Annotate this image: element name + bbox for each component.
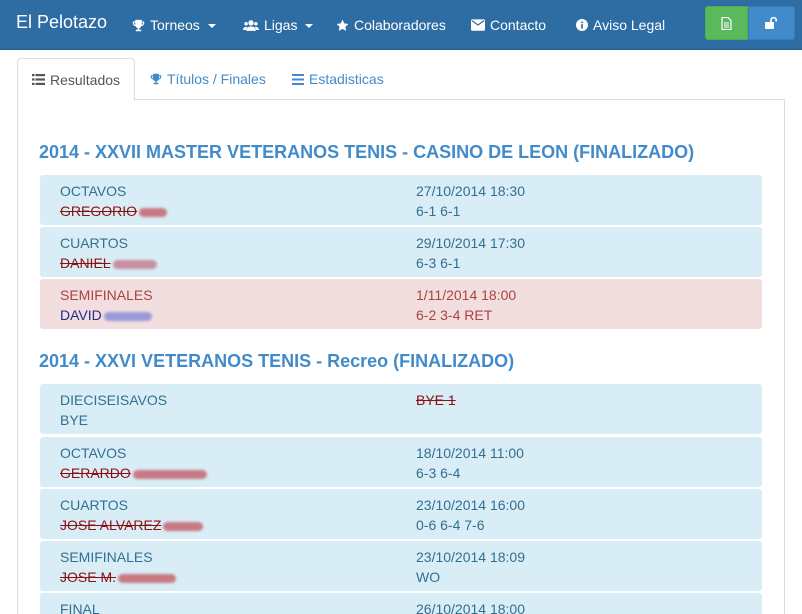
opponent: DANIEL [60, 255, 157, 271]
match-date: 1/11/2014 18:00 [416, 287, 517, 303]
match-row[interactable]: OCTAVOS GERARDO 18/10/2014 11:00 6-3 6-4 [40, 437, 762, 487]
round-label: DIECISEISAVOS [60, 392, 168, 408]
match-date: 18/10/2014 11:00 [416, 445, 524, 461]
redacted-surname [163, 521, 204, 531]
opponent-name: DANIEL [60, 255, 111, 271]
document-icon [721, 16, 732, 30]
match-date: BYE 1 [416, 392, 456, 408]
opponent-name: GREGORIO [60, 203, 138, 219]
star-icon [336, 19, 349, 31]
unlock-icon [764, 17, 777, 29]
nav-item-ligas[interactable]: Ligas [243, 17, 314, 33]
round-label: CUARTOS [60, 235, 128, 251]
caret-down-icon [305, 24, 314, 28]
match-score: 6-3 6-4 [416, 465, 461, 481]
navbar: El Pelotazo Torneos Ligas Colaboradores … [0, 0, 802, 50]
match-row[interactable]: CUARTOS JOSE ALVAREZ 23/10/2014 16:00 0-… [40, 489, 762, 539]
opponent-name: DAVID [60, 307, 102, 323]
opponent-name: GERARDO [60, 465, 131, 481]
tab-estadisticas[interactable]: Estadisticas [278, 58, 398, 100]
document-button[interactable] [705, 6, 748, 40]
match-score: 0-6 6-4 7-6 [416, 517, 485, 533]
redacted-surname [112, 259, 157, 269]
trophy-icon [150, 73, 162, 85]
match-row[interactable]: SEMIFINALES DAVID 1/11/2014 18:00 6-2 3-… [40, 279, 762, 329]
opponent: GREGORIO [60, 203, 168, 219]
redacted-surname [118, 573, 177, 583]
match-row[interactable]: FINAL 26/10/2014 18:00 [40, 593, 762, 614]
nav-item-colaboradores[interactable]: Colaboradores [336, 17, 446, 33]
tournament-title[interactable]: 2014 - XXVI VETERANOS TENIS - Recreo (FI… [39, 351, 514, 372]
opponent: DAVID [60, 307, 152, 323]
brand-link[interactable]: El Pelotazo [16, 12, 107, 33]
round-label: SEMIFINALES [60, 287, 153, 303]
users-icon [243, 19, 259, 31]
nav-item-contacto[interactable]: Contacto [471, 17, 546, 33]
opponent: GERARDO [60, 465, 207, 481]
round-label: SEMIFINALES [60, 549, 153, 565]
match-score: WO [416, 569, 441, 585]
round-label: CUARTOS [60, 497, 128, 513]
opponent: JOSE ALVAREZ [60, 517, 204, 533]
info-circle-icon [576, 19, 588, 31]
nav-label: Torneos [150, 17, 200, 33]
unlock-button[interactable] [748, 6, 795, 40]
tab-titulos-finales[interactable]: Títulos / Finales [136, 58, 280, 100]
opponent-name: BYE [60, 412, 89, 428]
bars-icon [292, 73, 304, 85]
match-date: 29/10/2014 17:30 [416, 235, 525, 251]
nav-label: Ligas [264, 17, 298, 33]
nav-label: Colaboradores [354, 17, 446, 33]
round-label: OCTAVOS [60, 445, 127, 461]
tab-label: Estadisticas [309, 71, 384, 87]
redacted-surname [132, 469, 207, 479]
tab-label: Resultados [50, 71, 121, 88]
match-row[interactable]: SEMIFINALES JOSE M. 23/10/2014 18:09 WO [40, 541, 762, 591]
list-icon [32, 74, 45, 85]
opponent-name: JOSE ALVAREZ [60, 517, 162, 533]
match-date: 26/10/2014 18:00 [416, 601, 525, 614]
results-tabs: Resultados Títulos / Finales Estadistica… [17, 58, 785, 101]
match-date: 23/10/2014 18:09 [416, 549, 525, 565]
match-score: 6-3 6-1 [416, 255, 461, 271]
match-row[interactable]: OCTAVOS GREGORIO 27/10/2014 18:30 6-1 6-… [40, 175, 762, 225]
round-label: OCTAVOS [60, 183, 127, 199]
match-row[interactable]: DIECISEISAVOS BYE BYE 1 [40, 384, 762, 434]
match-date: 27/10/2014 18:30 [416, 183, 525, 199]
nav-label: Aviso Legal [593, 17, 666, 33]
opponent-name: JOSE M. [60, 569, 117, 585]
match-score: 6-2 3-4 RET [416, 307, 493, 323]
nav-item-aviso-legal[interactable]: Aviso Legal [576, 17, 665, 33]
nav-label: Contacto [490, 17, 547, 33]
redacted-surname [103, 311, 152, 321]
tab-resultados[interactable]: Resultados [17, 58, 136, 101]
tab-label: Títulos / Finales [167, 71, 266, 87]
redacted-surname [139, 207, 168, 217]
caret-down-icon [207, 24, 216, 28]
envelope-icon [471, 19, 485, 31]
match-row[interactable]: CUARTOS DANIEL 29/10/2014 17:30 6-3 6-1 [40, 227, 762, 277]
match-date: 23/10/2014 16:00 [416, 497, 525, 513]
opponent: JOSE M. [60, 569, 177, 585]
nav-item-torneos[interactable]: Torneos [132, 17, 216, 33]
match-score: 6-1 6-1 [416, 203, 461, 219]
trophy-icon [132, 19, 145, 31]
tournament-title[interactable]: 2014 - XXVII MASTER VETERANOS TENIS - CA… [39, 142, 694, 163]
round-label: FINAL [60, 601, 100, 614]
opponent: BYE [60, 412, 88, 428]
